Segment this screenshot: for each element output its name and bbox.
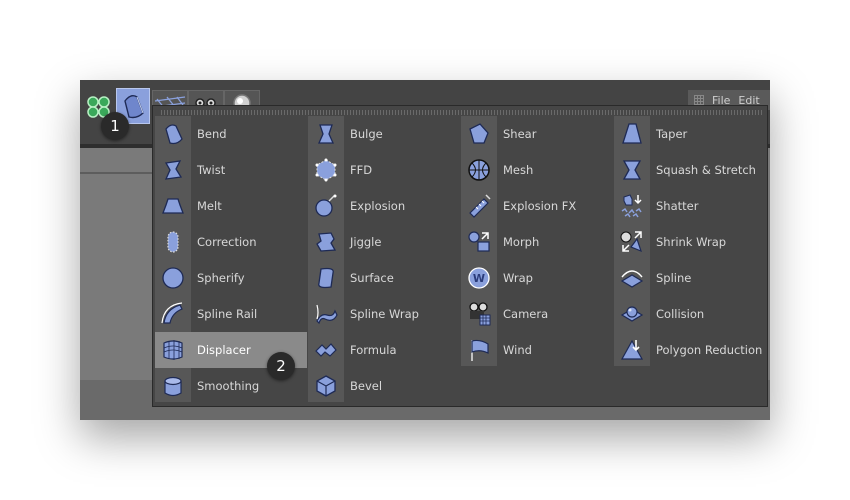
spline-wrap-icon (308, 296, 344, 332)
menu-item-shrink-wrap[interactable]: Shrink Wrap (614, 224, 766, 260)
menu-item-label: Surface (350, 271, 394, 285)
menu-item-label: Polygon Reduction (656, 343, 763, 357)
mesh-icon (461, 152, 497, 188)
svg-text:W: W (473, 272, 485, 285)
menu-item-polygon-reduction[interactable]: Polygon Reduction (614, 332, 766, 368)
menu-item-label: Shatter (656, 199, 699, 213)
shatter-icon (614, 188, 650, 224)
explosion-icon (308, 188, 344, 224)
menu-item-label: Shear (503, 127, 537, 141)
menu-item-label: Taper (656, 127, 688, 141)
menu-item-taper[interactable]: Taper (614, 116, 766, 152)
menu-item-spline-rail[interactable]: Spline Rail (155, 296, 307, 332)
explosion-fx-icon (461, 188, 497, 224)
bulge-icon (308, 116, 344, 152)
menu-item-label: Bend (197, 127, 227, 141)
spherify-icon (155, 260, 191, 296)
twist-icon (155, 152, 191, 188)
menu-item-label: Spline Wrap (350, 307, 419, 321)
menu-item-label: Collision (656, 307, 705, 321)
menu-item-label: Shrink Wrap (656, 235, 727, 249)
formula-icon (308, 332, 344, 368)
ffd-icon (308, 152, 344, 188)
menu-item-collision[interactable]: Collision (614, 296, 766, 332)
menu-item-label: Twist (197, 163, 226, 177)
morph-icon (461, 224, 497, 260)
menu-item-morph[interactable]: Morph (461, 224, 613, 260)
popup-tear-off-handle[interactable] (161, 110, 763, 115)
step-badge-2: 2 (267, 352, 295, 380)
shrink-wrap-icon (614, 224, 650, 260)
menu-item-spherify[interactable]: Spherify (155, 260, 307, 296)
menu-item-formula[interactable]: Formula (308, 332, 460, 368)
menu-item-label: Jiggle (350, 235, 382, 249)
menu-item-mesh[interactable]: Mesh (461, 152, 613, 188)
menu-item-label: Morph (503, 235, 540, 249)
menu-item-label: Spline Rail (197, 307, 258, 321)
displacer-icon (155, 332, 191, 368)
menu-item-shear[interactable]: Shear (461, 116, 613, 152)
menu-item-label: Smoothing (197, 379, 260, 393)
menu-item-label: Bulge (350, 127, 383, 141)
menu-item-camera[interactable]: Camera (461, 296, 613, 332)
app-window: File Edit Bend Twist Melt Correction Sph… (80, 80, 770, 420)
menu-item-shatter[interactable]: Shatter (614, 188, 766, 224)
wrap-icon: W (461, 260, 497, 296)
menu-item-label: Camera (503, 307, 549, 321)
collision-icon (614, 296, 650, 332)
menu-item-label: Explosion FX (503, 199, 577, 213)
menu-item-twist[interactable]: Twist (155, 152, 307, 188)
menu-item-wind[interactable]: Wind (461, 332, 613, 368)
melt-icon (155, 188, 191, 224)
spline-rail-icon (155, 296, 191, 332)
taper-icon (614, 116, 650, 152)
menu-item-spline-wrap[interactable]: Spline Wrap (308, 296, 460, 332)
menu-item-label: Melt (197, 199, 222, 213)
correction-icon (155, 224, 191, 260)
menu-item-label: Spline (656, 271, 692, 285)
menu-item-label: Correction (197, 235, 257, 249)
menu-item-label: Bevel (350, 379, 383, 393)
grip-icon[interactable] (694, 95, 704, 105)
menu-item-surface[interactable]: Surface (308, 260, 460, 296)
spline-icon (614, 260, 650, 296)
camera-icon (461, 296, 497, 332)
bend-icon (155, 116, 191, 152)
shear-icon (461, 116, 497, 152)
menu-item-label: Mesh (503, 163, 534, 177)
jiggle-icon (308, 224, 344, 260)
deformer-popup-menu: Bend Twist Melt Correction Spherify Spli… (152, 105, 768, 407)
menu-item-label: Squash & Stretch (656, 163, 756, 177)
surface-icon (308, 260, 344, 296)
menu-item-label: Wind (503, 343, 532, 357)
menu-item-bulge[interactable]: Bulge (308, 116, 460, 152)
menu-item-label: Displacer (197, 343, 251, 357)
menu-item-label: Spherify (197, 271, 245, 285)
menu-item-label: Formula (350, 343, 397, 357)
bevel-icon (308, 368, 344, 404)
menu-item-jiggle[interactable]: Jiggle (308, 224, 460, 260)
menu-item-melt[interactable]: Melt (155, 188, 307, 224)
menu-item-correction[interactable]: Correction (155, 224, 307, 260)
menu-item-squash-stretch[interactable]: Squash & Stretch (614, 152, 766, 188)
menu-item-spline[interactable]: Spline (614, 260, 766, 296)
menu-item-explosion[interactable]: Explosion (308, 188, 460, 224)
menu-item-bevel[interactable]: Bevel (308, 368, 460, 404)
polygon-reduction-icon (614, 332, 650, 368)
menu-item-label: Explosion (350, 199, 406, 213)
menu-item-label: FFD (350, 163, 373, 177)
menu-item-label: Wrap (503, 271, 533, 285)
step-badge-1: 1 (101, 112, 129, 140)
squash-stretch-icon (614, 152, 650, 188)
menu-item-bend[interactable]: Bend (155, 116, 307, 152)
menu-item-wrap[interactable]: W Wrap (461, 260, 613, 296)
viewport-edge (80, 172, 160, 174)
smoothing-icon (155, 368, 191, 404)
menu-item-explosion-fx[interactable]: Explosion FX (461, 188, 613, 224)
wind-icon (461, 332, 497, 368)
menu-item-ffd[interactable]: FFD (308, 152, 460, 188)
